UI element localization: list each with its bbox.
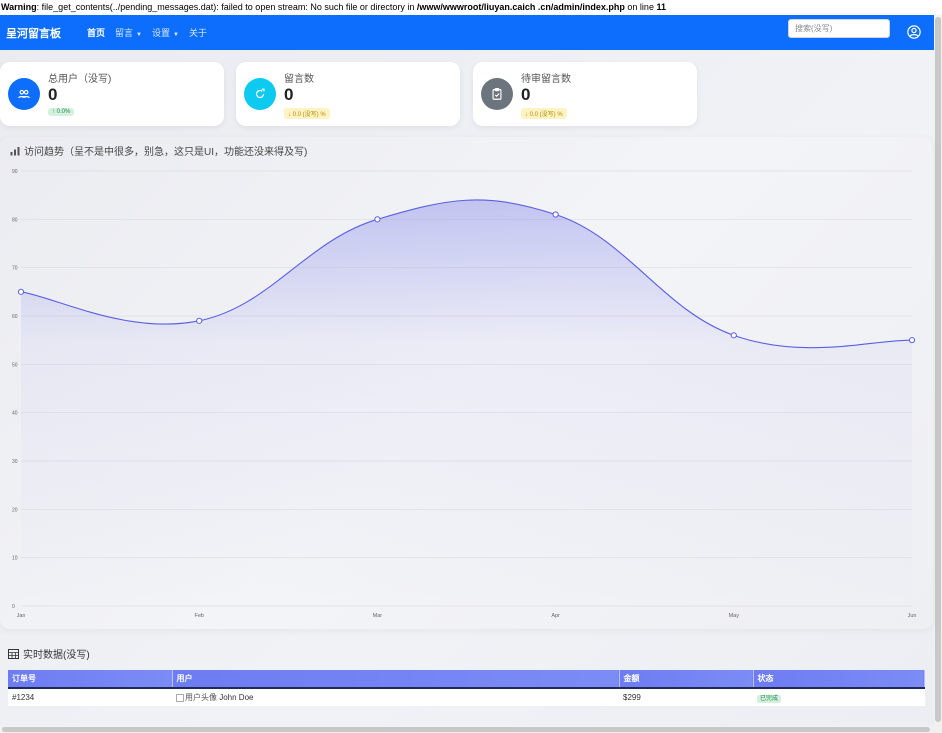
x-tick-label: Jan <box>17 613 26 619</box>
user-name: John Doe <box>219 693 254 702</box>
stat-card-pending: 待审留言数 0 ↓ 0.0 (没写) % <box>473 62 697 126</box>
y-tick-label: 50 <box>12 362 18 368</box>
data-point <box>730 332 737 339</box>
data-point <box>908 337 916 344</box>
y-tick-label: 70 <box>12 266 18 272</box>
nav-item-messages-label: 留言 <box>115 28 134 38</box>
column-header-user[interactable]: 用户 <box>172 670 620 689</box>
stat-change-badge: ↓ 0.0 (没写) % <box>284 108 330 119</box>
warning-line: 11 <box>656 2 666 12</box>
search-input[interactable] <box>788 19 890 38</box>
warning-message: : file_get_contents(../pending_messages.… <box>36 2 417 12</box>
users-icon <box>8 78 40 110</box>
stat-change-badge: ↑ 0.0% <box>48 108 75 116</box>
column-header-amount[interactable]: 金额 <box>619 670 754 689</box>
warning-label: Warning <box>1 2 37 12</box>
y-tick-label: 60 <box>12 314 18 320</box>
y-tick-label: 80 <box>12 217 18 223</box>
top-navbar: 呈河留言板 首页 留言 ▼ 设置 ▼ 关于 <box>0 15 934 50</box>
cell-user: 用户头像 John Doe <box>172 688 619 706</box>
data-point <box>552 211 559 218</box>
table-row[interactable]: #1234 用户头像 John Doe $299 已完成 <box>8 688 925 706</box>
nav-item-settings-label: 设置 <box>151 28 170 38</box>
x-tick-label: Apr <box>551 613 560 619</box>
cell-order: #1234 <box>8 688 172 706</box>
data-point <box>17 288 25 295</box>
nav-item-about[interactable]: 关于 <box>189 26 207 39</box>
table-title-text: 实时数据(没写) <box>23 650 90 661</box>
column-header-status[interactable]: 状态 <box>753 670 925 689</box>
status-badge: 已完成 <box>757 695 782 703</box>
column-header-order[interactable]: 订单号 <box>8 670 173 689</box>
cell-amount: $299 <box>619 688 753 706</box>
chart-title: 访问趋势（呈不是中很多，别急，这只是UI，功能还没来得及写) <box>10 143 307 158</box>
cell-status: 已完成 <box>753 688 925 706</box>
area-fill <box>21 199 912 606</box>
vertical-scrollbar[interactable] <box>934 15 942 726</box>
y-tick-label: 0 <box>12 604 15 610</box>
avatar-alt-text: 用户头像 <box>185 693 217 702</box>
refresh-icon <box>244 78 276 110</box>
chevron-down-icon: ▼ <box>136 32 142 38</box>
x-tick-label: Jun <box>908 613 917 619</box>
x-tick-label: Feb <box>194 613 203 619</box>
stat-card-messages: 留言数 0 ↓ 0.0 (没写) % <box>236 62 460 126</box>
y-tick-label: 40 <box>12 411 18 417</box>
x-tick-label: May <box>729 613 740 619</box>
nav-item-settings[interactable]: 设置 ▼ <box>152 26 179 39</box>
brand-title[interactable]: 呈河留言板 <box>6 25 61 41</box>
stat-label: 待审留言数 <box>521 74 571 85</box>
data-point <box>374 216 381 223</box>
visit-trend-card: 0 10 20 30 40 50 60 70 80 90 Jan Feb Mar Apr May Jun 访问… <box>0 137 933 629</box>
horizontal-scrollbar[interactable] <box>0 726 942 733</box>
stat-change-badge: ↓ 0.0 (没写) % <box>521 108 567 119</box>
clipboard-icon <box>481 78 513 110</box>
horizontal-scrollbar-thumb[interactable] <box>2 727 930 732</box>
user-account-icon[interactable] <box>907 25 921 39</box>
nav-item-about-label: 关于 <box>188 28 207 38</box>
bar-chart-icon <box>10 146 20 155</box>
table-title: 实时数据(没写) <box>8 646 90 661</box>
y-tick-label: 20 <box>12 507 18 513</box>
nav-item-messages[interactable]: 留言 ▼ <box>115 26 142 39</box>
realtime-data-table: 订单号 用户 金额 状态 #1234 用户头像 John Doe $299 已完… <box>8 670 925 706</box>
vertical-scrollbar-thumb[interactable] <box>935 17 941 722</box>
chart-title-text: 访问趋势（呈不是中很多，别急，这只是UI，功能还没来得及写) <box>24 147 308 158</box>
stat-card-total-users: 总用户（没写) 0 ↑ 0.0% <box>0 62 224 126</box>
chevron-down-icon: ▼ <box>173 32 179 38</box>
nav-item-home-label: 首页 <box>87 28 106 38</box>
data-point <box>196 317 203 324</box>
stat-label: 留言数 <box>284 74 314 85</box>
table-header-row: 订单号 用户 金额 状态 <box>8 670 925 689</box>
nav-item-home[interactable]: 首页 <box>87 26 105 39</box>
visit-trend-chart: 0 10 20 30 40 50 60 70 80 90 Jan Feb Mar Apr May Jun <box>12 169 917 619</box>
stat-value: 0 <box>284 85 294 104</box>
y-tick-label: 10 <box>12 556 18 562</box>
stat-value: 0 <box>48 85 58 104</box>
stat-label: 总用户（没写) <box>48 74 112 85</box>
x-tick-label: Mar <box>373 613 383 619</box>
avatar <box>176 693 184 702</box>
warning-on-line: on line <box>624 2 657 12</box>
warning-path: /www/wwwroot/liuyan.caich .cn/admin/inde… <box>416 2 625 12</box>
table-icon <box>8 648 19 659</box>
php-warning: Warning: file_get_contents(../pending_me… <box>0 0 942 15</box>
y-tick-label: 30 <box>12 459 18 465</box>
stat-value: 0 <box>521 85 531 104</box>
y-tick-label: 90 <box>12 169 18 175</box>
